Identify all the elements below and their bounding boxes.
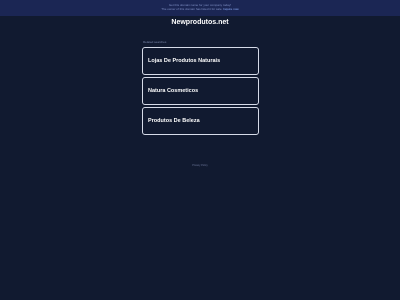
search-result-link-1[interactable]: Lojas De Produtos Naturais (142, 47, 259, 75)
domain-sale-banner[interactable]: Get this domain name for your company to… (0, 0, 400, 16)
search-result-link-2[interactable]: Natura Cosmeticos (142, 77, 259, 105)
site-title: Newprodutos.net (171, 19, 229, 26)
banner-line-1: Get this domain name for your company to… (168, 3, 232, 7)
privacy-policy-link[interactable]: Privacy Policy (0, 164, 400, 167)
parked-domain-page: Get this domain name for your company to… (0, 0, 400, 300)
related-searches-label: Related searches (143, 40, 167, 44)
related-searches-list: Lojas De Produtos Naturais Natura Cosmet… (142, 47, 259, 137)
banner-line-2-text: The owner of this domain has listed it f… (161, 7, 223, 11)
search-result-link-3[interactable]: Produtos De Beleza (142, 107, 259, 135)
banner-inquire-link[interactable]: Inquire now (223, 7, 239, 11)
banner-line-2: The owner of this domain has listed it f… (0, 7, 400, 11)
